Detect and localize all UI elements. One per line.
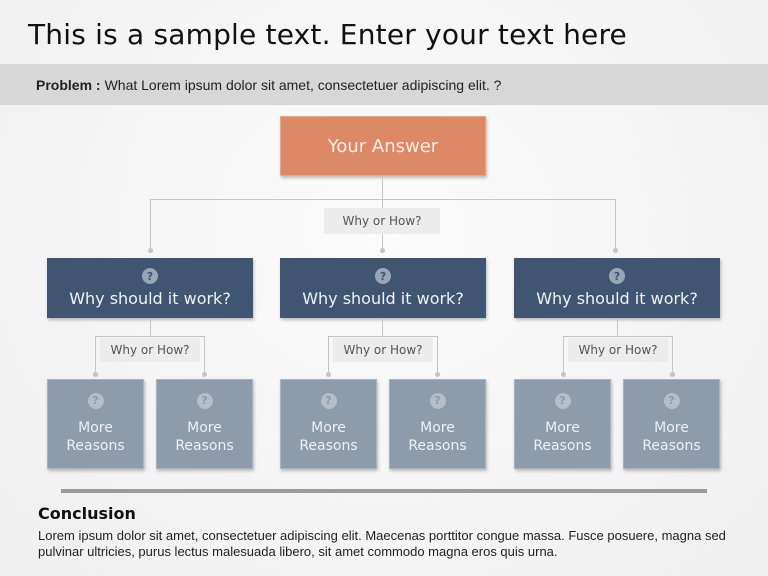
reason-line2: Reasons	[175, 438, 234, 454]
why-box: ? Why should it work?	[280, 258, 486, 318]
connector-dot	[148, 248, 153, 253]
connector-line	[95, 336, 96, 374]
connector-dot	[670, 372, 675, 377]
reason-line2: Reasons	[408, 438, 467, 454]
why-box: ? Why should it work?	[514, 258, 720, 318]
why-box-label: Why should it work?	[536, 289, 698, 308]
question-icon: ?	[196, 393, 213, 409]
connector-line	[617, 318, 618, 336]
question-icon: ?	[142, 268, 158, 284]
slide-title: This is a sample text. Enter your text h…	[28, 18, 627, 51]
connector-dot	[93, 372, 98, 377]
question-icon: ?	[554, 393, 571, 409]
problem-bar: Problem : What Lorem ipsum dolor sit ame…	[0, 64, 768, 105]
reason-line1: More	[545, 420, 580, 436]
connector-line	[150, 199, 616, 200]
question-icon: ?	[375, 268, 391, 284]
reason-line1: More	[187, 420, 222, 436]
reason-box: ? More Reasons	[623, 379, 720, 469]
question-icon: ?	[663, 393, 680, 409]
reason-box: ? More Reasons	[514, 379, 611, 469]
question-icon: ?	[87, 393, 104, 409]
why-box-label: Why should it work?	[69, 289, 231, 308]
connector-line	[95, 336, 205, 337]
answer-box: Your Answer	[280, 116, 486, 176]
why-box: ? Why should it work?	[47, 258, 253, 318]
connector-line	[563, 336, 564, 374]
connector-line	[672, 336, 673, 374]
why-or-how-label: Why or How?	[100, 338, 200, 362]
connector-line	[328, 336, 329, 374]
reason-line1: More	[78, 420, 113, 436]
reason-line2: Reasons	[66, 438, 125, 454]
reason-box: ? More Reasons	[156, 379, 253, 469]
problem-label: Problem :	[36, 76, 101, 93]
reason-line1: More	[654, 420, 689, 436]
question-icon: ?	[609, 268, 625, 284]
answer-label: Your Answer	[327, 135, 439, 157]
connector-dot	[613, 248, 618, 253]
divider	[61, 489, 707, 493]
connector-line	[204, 336, 205, 374]
connector-dot	[202, 372, 207, 377]
reason-line2: Reasons	[642, 438, 701, 454]
connector-line	[437, 336, 438, 374]
conclusion-title: Conclusion	[38, 504, 136, 523]
reason-line2: Reasons	[533, 438, 592, 454]
connector-line	[382, 176, 383, 200]
reason-line1: More	[311, 420, 346, 436]
connector-line	[382, 318, 383, 336]
connector-line	[615, 199, 616, 251]
problem-text: What Lorem ipsum dolor sit amet, consect…	[104, 76, 502, 93]
reason-line2: Reasons	[299, 438, 358, 454]
reason-box: ? More Reasons	[280, 379, 377, 469]
connector-dot	[561, 372, 566, 377]
connector-line	[150, 199, 151, 251]
why-box-label: Why should it work?	[302, 289, 464, 308]
reason-box: ? More Reasons	[47, 379, 144, 469]
why-or-how-label: Why or How?	[568, 338, 668, 362]
reason-line1: More	[420, 420, 455, 436]
connector-dot	[380, 248, 385, 253]
connector-dot	[435, 372, 440, 377]
why-or-how-label: Why or How?	[333, 338, 433, 362]
question-icon: ?	[429, 393, 446, 409]
connector-line	[328, 336, 438, 337]
reason-box: ? More Reasons	[389, 379, 486, 469]
connector-line	[563, 336, 673, 337]
why-or-how-label: Why or How?	[324, 208, 440, 234]
connector-line	[150, 318, 151, 336]
conclusion-text: Lorem ipsum dolor sit amet, consectetuer…	[38, 528, 726, 559]
connector-dot	[326, 372, 331, 377]
question-icon: ?	[320, 393, 337, 409]
